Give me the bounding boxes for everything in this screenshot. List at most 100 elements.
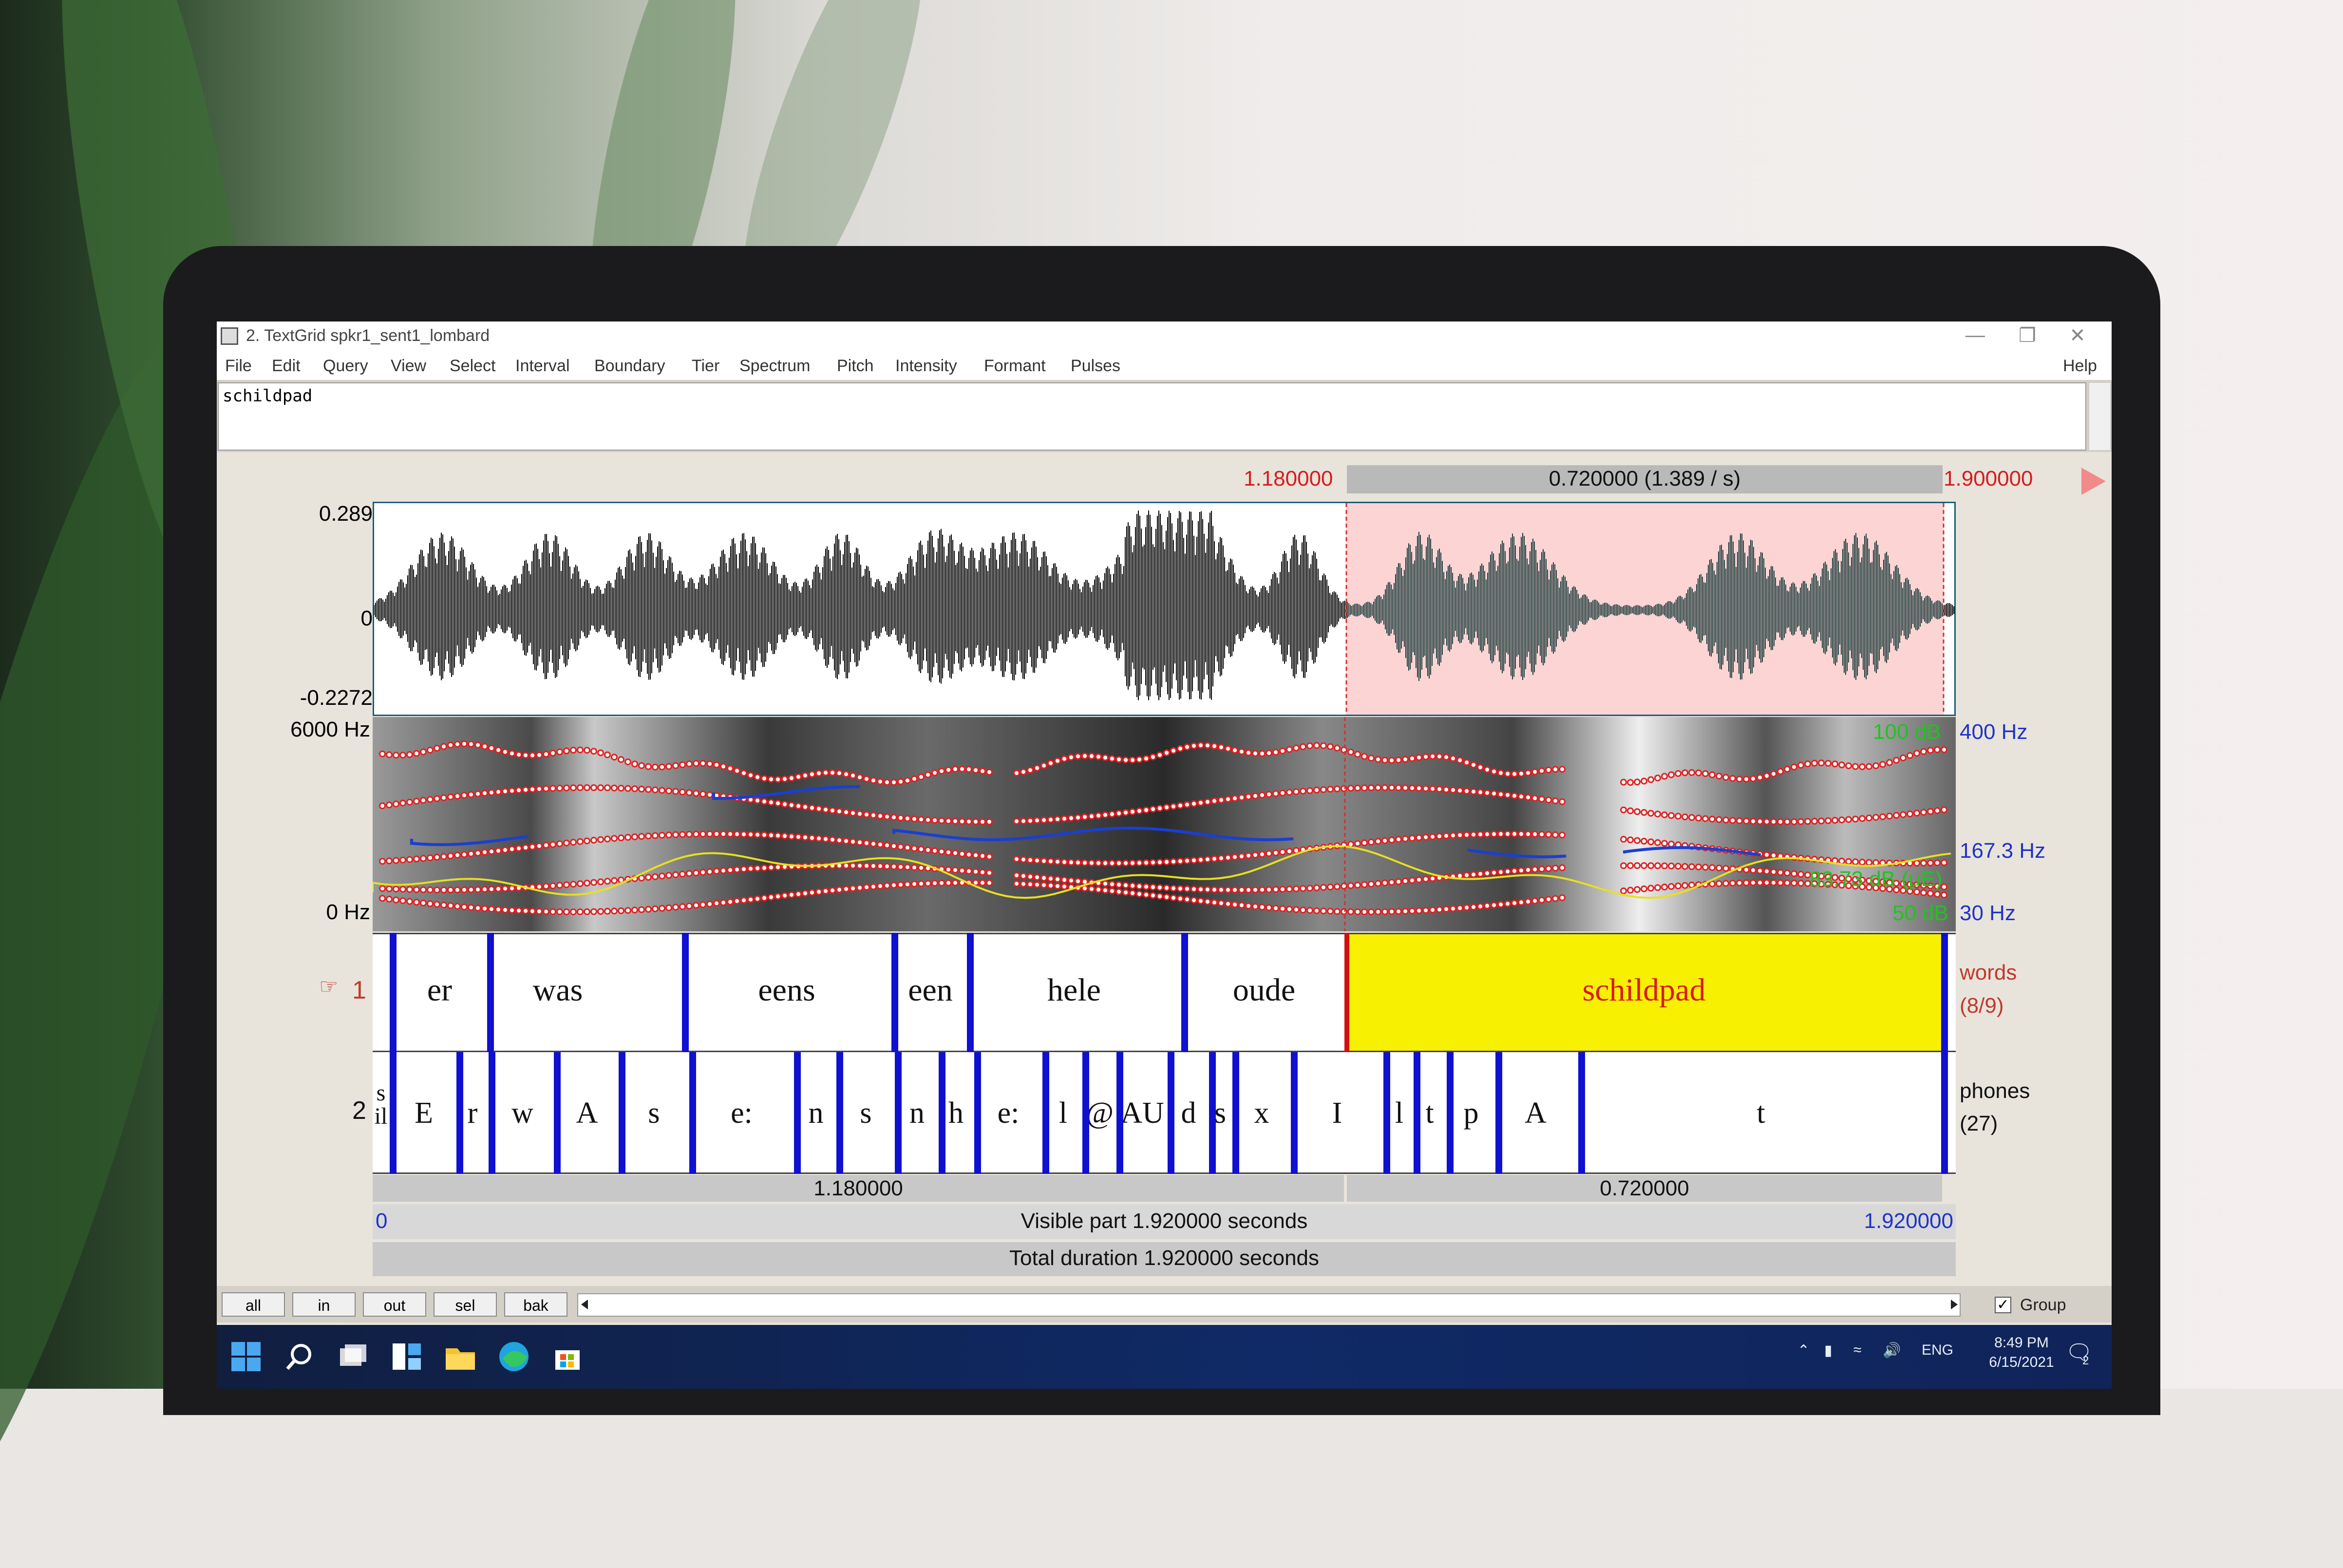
- menu-file[interactable]: File: [225, 357, 252, 376]
- phone-boundary[interactable]: [1578, 1052, 1585, 1174]
- store-icon[interactable]: [550, 1340, 585, 1374]
- menu-intensity[interactable]: Intensity: [895, 357, 957, 376]
- phone-interval[interactable]: A: [1495, 1096, 1576, 1131]
- menu-query[interactable]: Query: [323, 357, 368, 376]
- phone-interval[interactable]: s il: [374, 1081, 388, 1128]
- phone-interval[interactable]: l: [1045, 1096, 1081, 1131]
- selection-duration[interactable]: 0.720000 (1.389 / s): [1347, 467, 1943, 491]
- phone-interval[interactable]: w: [492, 1096, 553, 1131]
- phone-boundary[interactable]: [456, 1052, 463, 1174]
- phone-boundary[interactable]: [390, 1052, 397, 1174]
- phone-boundary[interactable]: [836, 1052, 843, 1174]
- phone-interval[interactable]: s: [621, 1096, 687, 1131]
- phone-boundary[interactable]: [1116, 1052, 1123, 1174]
- zoom-back-button[interactable]: bak: [504, 1292, 567, 1317]
- word-oude[interactable]: oude: [1184, 972, 1344, 1009]
- tray-chevron-icon[interactable]: ⌃: [1797, 1342, 1810, 1359]
- phone-boundary[interactable]: [619, 1052, 625, 1174]
- phone-interval[interactable]: t: [1581, 1096, 1941, 1131]
- spectrogram-panel[interactable]: [373, 717, 1956, 931]
- group-checkbox[interactable]: ✓: [1995, 1297, 2011, 1313]
- word-een[interactable]: een: [894, 972, 967, 1009]
- word-boundary[interactable]: [390, 933, 397, 1052]
- word-was[interactable]: was: [490, 972, 626, 1009]
- phone-interval[interactable]: n: [896, 1096, 938, 1131]
- phone-boundary[interactable]: [1082, 1052, 1089, 1174]
- phone-boundary[interactable]: [1383, 1052, 1390, 1174]
- menu-boundary[interactable]: Boundary: [594, 357, 665, 376]
- phone-boundary[interactable]: [554, 1052, 561, 1174]
- phone-interval[interactable]: p: [1449, 1096, 1493, 1131]
- text-field-scrollbar[interactable]: [2089, 382, 2111, 451]
- word-boundary[interactable]: [891, 933, 898, 1052]
- phone-boundary[interactable]: [794, 1052, 801, 1174]
- restore-icon[interactable]: ❐: [2008, 324, 2047, 347]
- word-er[interactable]: er: [395, 972, 485, 1009]
- phone-interval[interactable]: e:: [692, 1096, 792, 1131]
- phone-boundary[interactable]: [1232, 1052, 1239, 1174]
- word-boundary[interactable]: [1181, 933, 1188, 1052]
- word-hele[interactable]: hele: [969, 972, 1179, 1009]
- phone-boundary[interactable]: [1941, 1052, 1948, 1174]
- word-boundary[interactable]: [967, 933, 974, 1052]
- zoom-out-button[interactable]: out: [363, 1292, 426, 1317]
- search-icon[interactable]: [283, 1340, 317, 1374]
- language-indicator[interactable]: ENG: [1922, 1342, 1953, 1359]
- menu-select[interactable]: Select: [450, 357, 496, 376]
- menu-view[interactable]: View: [391, 357, 426, 376]
- word-schildpad[interactable]: schildpad: [1347, 972, 1941, 1009]
- phone-boundary[interactable]: [1414, 1052, 1420, 1174]
- battery-icon[interactable]: ▮: [1824, 1342, 1833, 1359]
- phone-boundary[interactable]: [1209, 1052, 1216, 1174]
- phone-boundary[interactable]: [489, 1052, 495, 1174]
- scroll-left-icon[interactable]: [581, 1300, 588, 1309]
- scroll-right-icon[interactable]: [1951, 1300, 1958, 1309]
- phone-boundary[interactable]: [1495, 1052, 1502, 1174]
- word-boundary[interactable]: [682, 933, 689, 1052]
- wifi-icon[interactable]: ≈: [1853, 1342, 1861, 1359]
- zoom-in-button[interactable]: in: [292, 1292, 356, 1317]
- phone-interval[interactable]: n: [796, 1096, 835, 1131]
- menu-interval[interactable]: Interval: [515, 357, 570, 376]
- phone-boundary[interactable]: [939, 1052, 945, 1174]
- phone-interval[interactable]: I: [1293, 1096, 1381, 1131]
- phone-boundary[interactable]: [974, 1052, 981, 1174]
- phone-interval[interactable]: x: [1235, 1096, 1288, 1131]
- zoom-all-button[interactable]: all: [222, 1292, 285, 1317]
- window-titlebar[interactable]: [217, 321, 2112, 351]
- word-eens[interactable]: eens: [684, 972, 889, 1009]
- phone-boundary[interactable]: [689, 1052, 696, 1174]
- phone-interval[interactable]: s: [838, 1096, 894, 1131]
- widgets-icon[interactable]: [390, 1340, 424, 1374]
- phone-interval[interactable]: d: [1169, 1096, 1208, 1131]
- play-arrow-icon[interactable]: [2081, 468, 2106, 495]
- horizontal-scrollbar[interactable]: [577, 1293, 1961, 1317]
- phone-boundary[interactable]: [1168, 1052, 1174, 1174]
- interval-text-field[interactable]: schildpad: [218, 382, 2086, 451]
- start-icon[interactable]: [229, 1340, 263, 1374]
- waveform-panel[interactable]: [373, 502, 1956, 716]
- phone-interval[interactable]: E: [392, 1096, 455, 1131]
- word-boundary[interactable]: [487, 933, 494, 1052]
- phone-interval[interactable]: A: [558, 1096, 616, 1131]
- file-explorer-icon[interactable]: [443, 1340, 477, 1374]
- menu-spectrum[interactable]: Spectrum: [739, 357, 811, 376]
- clock-date[interactable]: 6/15/2021: [1978, 1354, 2065, 1371]
- edge-icon[interactable]: [497, 1340, 531, 1374]
- menu-tier[interactable]: Tier: [692, 357, 719, 376]
- close-icon[interactable]: ✕: [2058, 324, 2097, 347]
- zoom-sel-button[interactable]: sel: [434, 1292, 497, 1317]
- minimize-icon[interactable]: —: [1956, 324, 1995, 346]
- volume-icon[interactable]: 🔊: [1883, 1342, 1901, 1359]
- phone-boundary[interactable]: [1291, 1052, 1298, 1174]
- word-boundary[interactable]: [1344, 933, 1349, 1052]
- task-view-icon[interactable]: [336, 1340, 370, 1374]
- menu-pulses[interactable]: Pulses: [1071, 357, 1120, 376]
- menu-formant[interactable]: Formant: [984, 357, 1046, 376]
- word-boundary[interactable]: [1941, 933, 1948, 1052]
- menu-edit[interactable]: Edit: [272, 357, 301, 376]
- phone-interval[interactable]: AU: [1118, 1096, 1167, 1131]
- clock-time[interactable]: 8:49 PM: [1978, 1335, 2065, 1351]
- phone-boundary[interactable]: [1447, 1052, 1454, 1174]
- menu-pitch[interactable]: Pitch: [837, 357, 874, 376]
